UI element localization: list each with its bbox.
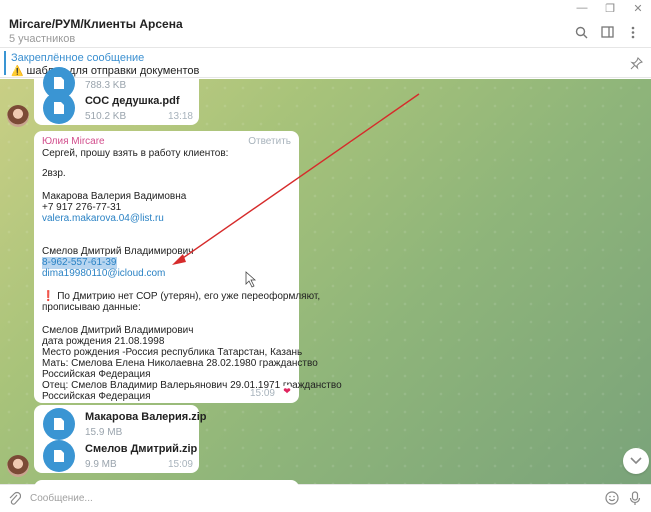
file-icon[interactable] [43,440,75,472]
file-size: 510.2 KB [85,111,127,122]
message-input[interactable]: Сообщение... [30,493,93,504]
sidebar-toggle-icon[interactable] [599,24,615,40]
chevron-down-icon [630,457,642,465]
file-icon[interactable] [43,408,75,440]
emoji-icon[interactable] [605,491,619,508]
participants-count[interactable]: 5 участников [9,33,75,45]
scroll-down-button[interactable] [623,448,649,474]
message-bubble-partial [34,480,299,490]
file-message-bubble[interactable]: 788.3 KB СОС дедушка.pdf 510.2 KB 13:18 [34,67,199,125]
file-icon[interactable] [43,92,75,124]
minimize-button[interactable]: — [575,2,589,15]
file-name: Макарова Валерия.zip [85,411,207,423]
warning-icon: ⚠️ [11,66,24,77]
pinned-title: Закреплённое сообщение [11,52,145,64]
email-link[interactable]: valera.makarova.04@list.ru [42,213,164,225]
pin-icon[interactable] [630,57,643,73]
avatar[interactable] [7,455,29,477]
heart-reaction-icon[interactable]: ❤ [281,385,293,397]
avatar[interactable] [7,105,29,127]
pinned-accent-bar [4,51,6,75]
window-controls: — ❐ ✕ [575,2,645,15]
message-time: 15:09 [167,459,193,470]
chat-title[interactable]: Mircare/РУМ/Клиенты Арсена [9,17,183,31]
pinned-message-bar[interactable]: Закреплённое сообщение ⚠️ шаблон для отп… [0,48,651,78]
file-message-bubble[interactable]: Макарова Валерия.zip 15.9 MB Смелов Дмит… [34,405,207,473]
restore-button[interactable]: ❐ [603,2,617,15]
file-name: Смелов Дмитрий.zip [85,443,198,455]
file-size: 788.3 KB [85,80,127,91]
text-message-bubble[interactable]: Юлия Mircare Ответить Сергей, прошу взят… [34,131,342,403]
message-time: 13:18 [167,111,193,122]
email-link[interactable]: dima19980110@icloud.com [42,268,165,280]
search-icon[interactable] [573,24,589,40]
file-size: 15.9 MB [85,427,123,438]
more-options-icon[interactable] [625,24,641,40]
message-line: прописываю данные: [42,302,141,313]
exclamation-icon: ❗ [42,291,55,302]
message-time: 15:09 [249,388,275,399]
chat-header: — ❐ ✕ Mircare/РУМ/Клиенты Арсена 5 участ… [0,0,651,48]
attach-icon[interactable] [8,491,22,509]
message-line: Российская Федерация [42,391,151,402]
file-name: СОС дедушка.pdf [85,95,180,107]
reply-button[interactable]: Ответить [248,136,291,147]
pinned-text: ⚠️ шаблон для отправки документов [11,65,200,77]
message-line: Сергей, прошу взять в работу клиентов: [42,148,229,159]
sender-name[interactable]: Юлия Mircare [42,136,105,147]
close-window-button[interactable]: ✕ [631,2,645,15]
file-size: 9.9 MB [85,459,117,470]
microphone-icon[interactable] [629,491,641,509]
message-line: 2взр. [42,168,66,179]
